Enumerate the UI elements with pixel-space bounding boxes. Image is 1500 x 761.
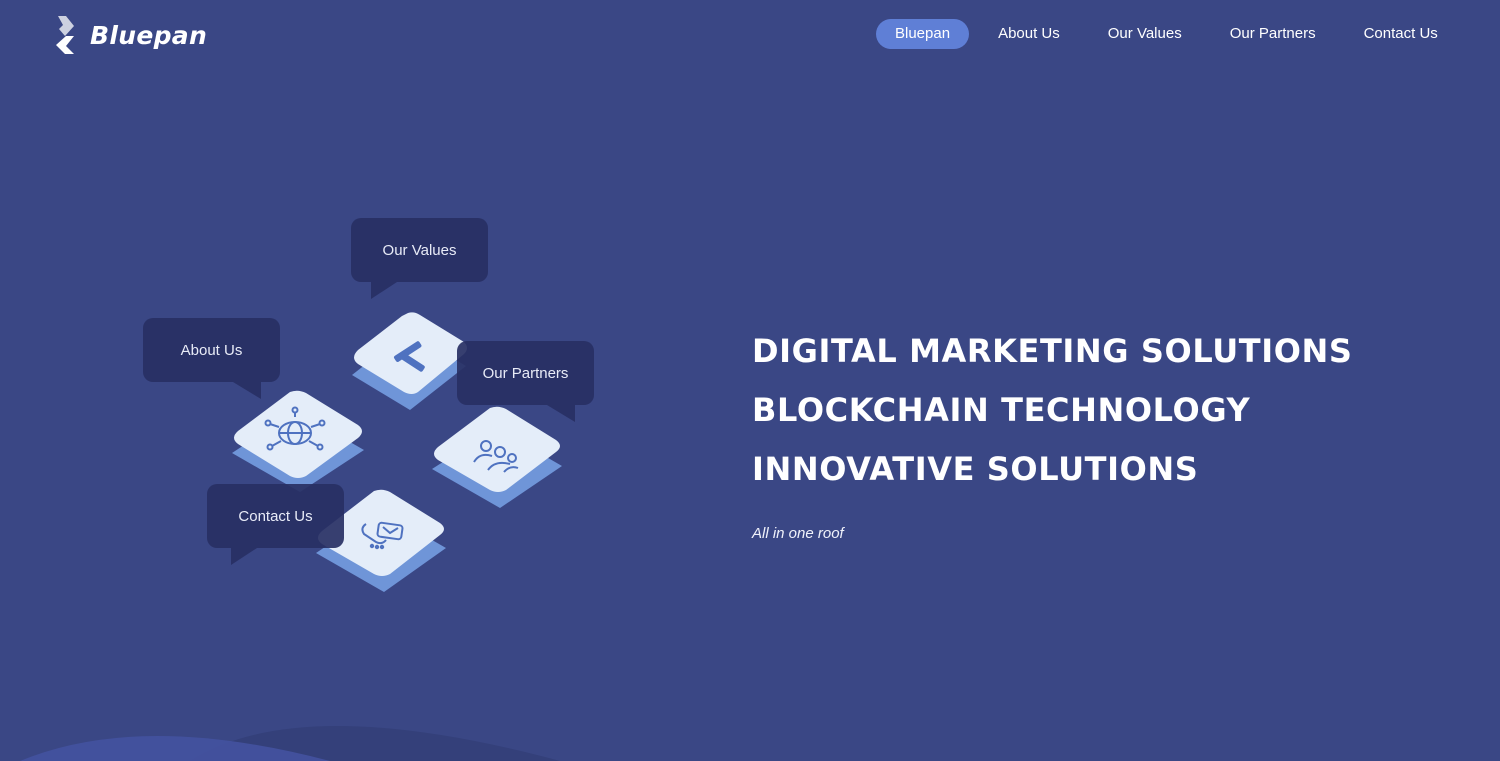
bubble-our-partners[interactable]: Our Partners [457,341,594,422]
bubble-contact-us-label: Contact Us [207,484,344,548]
brand-logo[interactable]: Bluepan [52,14,207,56]
hero-text: DIGITAL MARKETING SOLUTIONS BLOCKCHAIN T… [752,322,1353,542]
bottom-decorative-wave [20,726,560,761]
hero-tagline: All in one roof [752,525,844,542]
tile-about[interactable] [232,390,364,492]
headline-innovative: INNOVATIVE SOLUTIONS [752,450,1199,488]
nav-item-bluepan[interactable]: Bluepan [876,19,970,49]
bubble-our-partners-label: Our Partners [457,341,594,405]
nav-item-our-values[interactable]: Our Values [1089,19,1201,49]
bubble-tail [233,382,261,399]
tile-values[interactable] [352,312,467,410]
headline-digital-marketing: DIGITAL MARKETING SOLUTIONS [752,332,1353,370]
bubble-tail [231,548,257,565]
headline-blockchain: BLOCKCHAIN TECHNOLOGY [752,391,1251,429]
bluepan-logo-icon [56,16,74,54]
bubble-contact-us[interactable]: Contact Us [207,484,344,565]
bubble-tail [547,405,575,422]
bubble-our-values[interactable]: Our Values [351,218,488,299]
nav-item-contact-us[interactable]: Contact Us [1345,19,1457,49]
brand-name: Bluepan [90,20,208,50]
bubble-tail [371,282,397,299]
bubble-about-us[interactable]: About Us [143,318,280,399]
tile-partners[interactable] [432,406,562,508]
bubble-about-us-label: About Us [143,318,280,382]
main-nav: Bluepan About Us Our Values Our Partners… [876,19,1467,49]
nav-item-about-us[interactable]: About Us [979,19,1079,49]
nav-item-our-partners[interactable]: Our Partners [1211,19,1335,49]
bubble-our-values-label: Our Values [351,218,488,282]
